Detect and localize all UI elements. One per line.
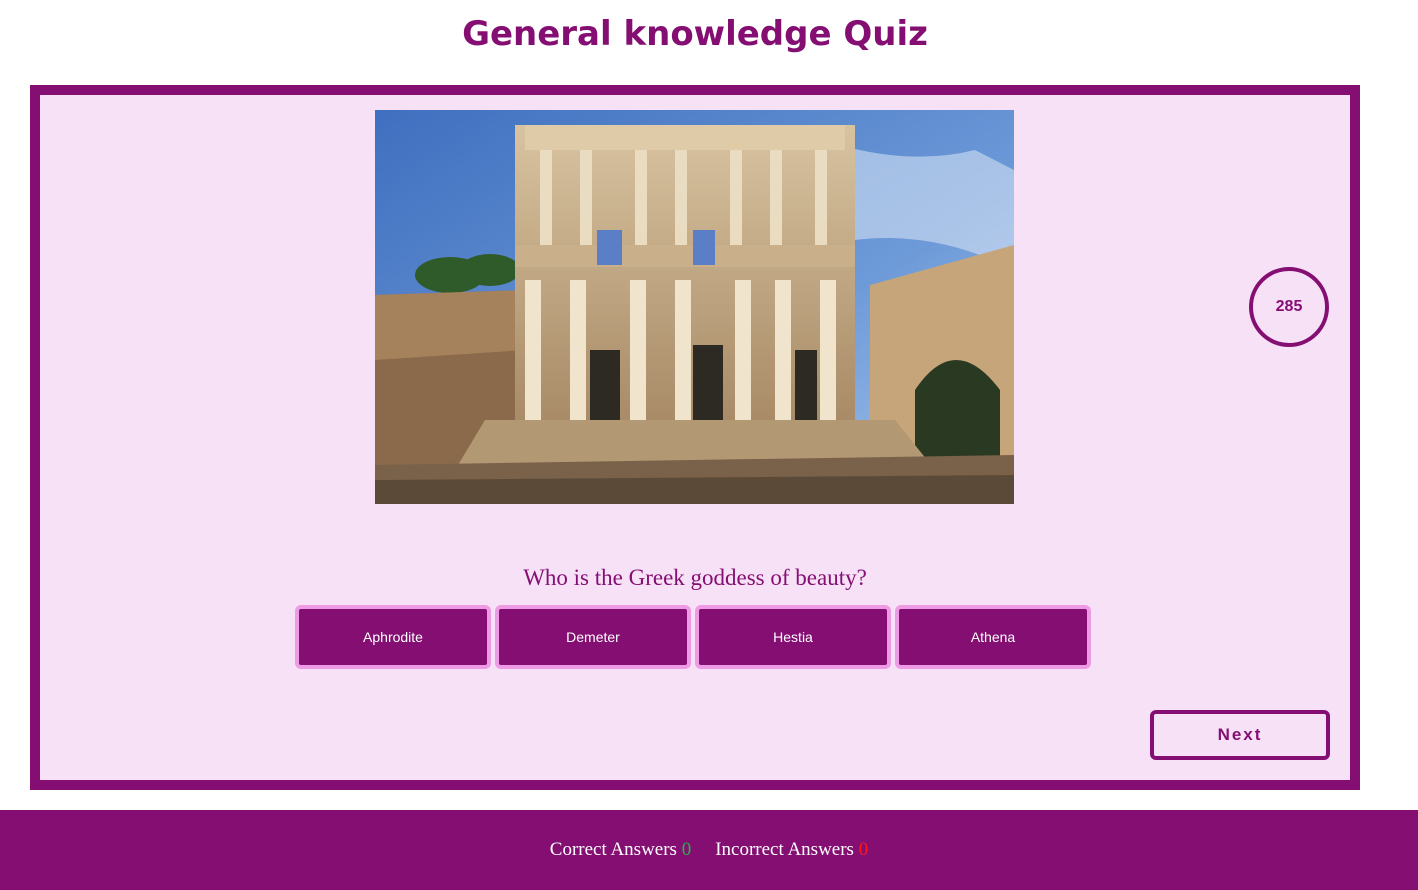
library-ruins-illustration xyxy=(375,110,1014,504)
next-button[interactable]: Next xyxy=(1150,710,1330,760)
answer-button-athena[interactable]: Athena xyxy=(895,605,1091,669)
question-text: Who is the Greek goddess of beauty? xyxy=(523,565,867,590)
quiz-container: 285 Who is the Greek goddess of beauty? … xyxy=(30,85,1360,790)
countdown-timer: 285 xyxy=(1249,267,1329,347)
answer-button-aphrodite[interactable]: Aphrodite xyxy=(295,605,491,669)
answer-button-hestia[interactable]: Hestia xyxy=(695,605,891,669)
correct-answers-label: Correct Answers xyxy=(549,839,677,860)
answer-options: Aphrodite Demeter Hestia Athena xyxy=(295,605,1091,669)
score-footer: Correct Answers 0 Incorrect Answers 0 xyxy=(0,810,1418,890)
correct-score: Correct Answers 0 xyxy=(550,839,691,861)
correct-answers-count: 0 xyxy=(681,839,692,860)
incorrect-answers-label: Incorrect Answers xyxy=(715,839,854,860)
incorrect-answers-count: 0 xyxy=(858,839,869,860)
answer-button-demeter[interactable]: Demeter xyxy=(495,605,691,669)
incorrect-score: Incorrect Answers 0 xyxy=(715,839,868,861)
question-image xyxy=(375,110,1014,504)
page-title: General knowledge Quiz xyxy=(462,14,928,54)
